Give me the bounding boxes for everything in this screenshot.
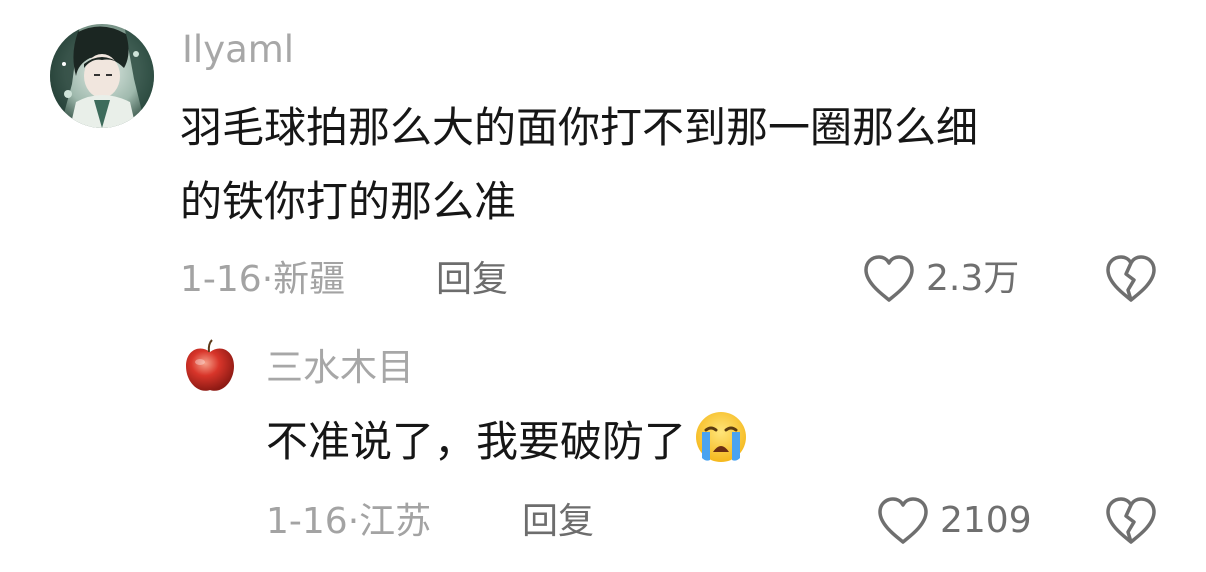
like-button[interactable]: 2109 [876,496,1032,546]
comment-location: 江苏 [359,501,432,542]
meta-separator: · [261,259,274,300]
dislike-button[interactable] [1104,254,1158,308]
like-button[interactable]: 2.3万 [862,254,1019,304]
comment-location: 新疆 [273,259,346,300]
comment-text-line-2: 的铁你打的那么准 [180,177,517,226]
loudly-crying-face-emoji [694,410,748,464]
like-count: 2109 [940,500,1032,541]
heart-outline-icon [876,496,930,546]
comment-username[interactable]: 三水木目 [266,346,414,390]
like-count: 2.3万 [926,258,1020,299]
anime-character-avatar-image [50,24,154,128]
broken-heart-outline-icon [1104,254,1158,304]
comment-meta: 1-16·新疆 [180,258,345,302]
red-apple-avatar-image [180,338,240,398]
meta-separator: · [347,501,360,542]
avatar[interactable] [180,338,240,398]
comment-text-line-1: 羽毛球拍那么大的面你打不到那一圈那么细 [180,103,979,152]
comment-text: 不准说了，我要破防了 [266,410,748,474]
broken-heart-outline-icon [1104,496,1158,546]
reply-button[interactable]: 回复 [522,500,594,544]
heart-outline-icon [862,254,916,304]
avatar[interactable] [50,24,154,128]
comment-meta: 1-16·江苏 [266,500,431,544]
reply-button[interactable]: 回复 [436,258,508,302]
comment-username[interactable]: Ilyaml [182,28,294,72]
comment-date: 1-16 [180,259,262,300]
dislike-button[interactable] [1104,496,1158,550]
comment-text-body: 不准说了，我要破防了 [266,417,687,466]
comment-date: 1-16 [266,501,348,542]
